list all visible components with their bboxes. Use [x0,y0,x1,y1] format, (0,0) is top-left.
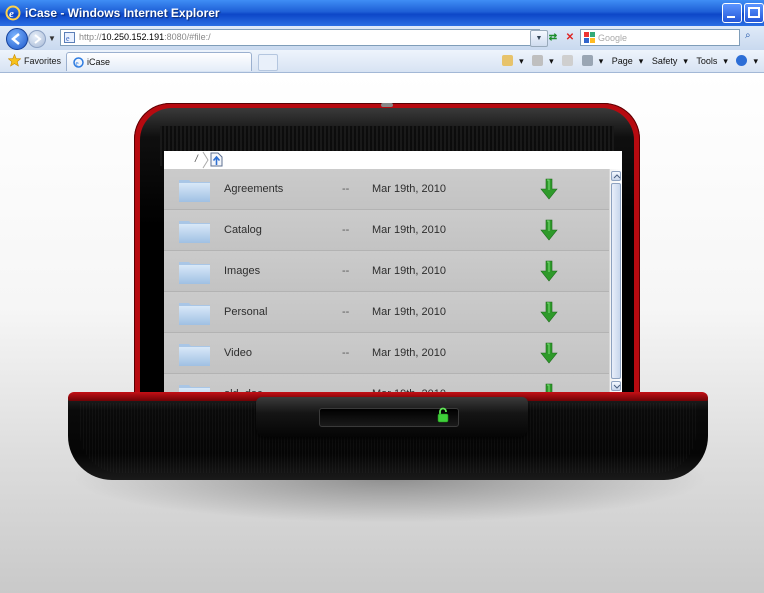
minimize-icon [727,16,735,18]
tab-icase[interactable]: e iCase [66,52,252,71]
file-date: Mar 19th, 2010 [372,183,446,195]
breadcrumb-root[interactable]: / [195,154,198,165]
list-item[interactable]: Video -- Mar 19th, 2010 [164,333,609,374]
window-title: iCase - Windows Internet Explorer [25,6,220,20]
google-icon [584,32,595,43]
list-item[interactable]: Agreements -- Mar 19th, 2010 [164,169,609,210]
page-menu[interactable]: Page [612,56,633,66]
file-separator: -- [342,265,350,277]
folder-icon [179,221,210,243]
folder-icon [179,344,210,366]
file-name[interactable]: Agreements [224,183,283,195]
url-host: 10.250.152.191 [101,32,165,42]
download-arrow-icon[interactable] [540,219,558,241]
download-arrow-icon[interactable] [540,260,558,282]
folder-icon [179,180,210,202]
favorites-button[interactable]: Favorites [24,56,61,66]
file-name[interactable]: Catalog [224,224,262,236]
svg-text:e: e [66,34,70,43]
forward-button[interactable] [28,30,46,48]
file-browser: / Agreements -- Mar 19th, 2010 Catalog -- Mar… [164,151,622,396]
file-date: Mar 19th, 2010 [372,306,446,318]
download-arrow-icon[interactable] [540,178,558,200]
file-separator: -- [342,347,350,359]
maximize-icon [748,7,760,18]
lid-notch [381,103,393,107]
file-separator: -- [342,224,350,236]
minimize-button[interactable] [722,3,742,23]
window-titlebar: e iCase - Windows Internet Explorer [0,0,764,26]
file-list: Agreements -- Mar 19th, 2010 Catalog -- Mar 1… [164,169,609,396]
search-placeholder: Google [598,33,628,43]
file-date: Mar 19th, 2010 [372,347,446,359]
list-item[interactable]: Catalog -- Mar 19th, 2010 [164,210,609,251]
tab-label: iCase [87,57,111,67]
safety-menu[interactable]: Safety [652,56,678,66]
url-text: http://10.250.152.191:8080/#file:/ [79,32,211,42]
download-arrow-icon[interactable] [540,342,558,364]
ie-icon: e [5,5,21,21]
print-icon[interactable] [581,55,593,66]
chevron-down-icon [613,384,621,389]
tools-menu[interactable]: Tools [696,56,717,66]
command-bar: ▾ ▾ ▾ Page ▾ Safety ▾ Tools ▾ ▾ [496,55,758,67]
favorites-star-icon[interactable] [8,54,21,67]
help-icon[interactable] [736,55,748,66]
file-date: Mar 19th, 2010 [372,265,446,277]
scroll-up-button[interactable] [611,171,621,181]
file-name[interactable]: Personal [224,306,267,318]
mail-icon[interactable] [562,55,574,66]
breadcrumb: / [164,151,622,169]
scrollbar[interactable] [609,169,622,396]
svg-text:e: e [9,8,14,20]
scroll-down-button[interactable] [611,381,621,391]
search-icon[interactable]: ⌕ [745,30,759,45]
home-icon[interactable] [502,55,514,66]
file-separator: -- [342,183,350,195]
ie-tab-icon: e [73,57,84,68]
back-icon [11,33,20,45]
svg-text:e: e [76,60,79,68]
file-name[interactable]: Video [224,347,252,359]
new-tab-button[interactable] [258,54,278,71]
list-item[interactable]: Personal -- Mar 19th, 2010 [164,292,609,333]
up-folder-icon[interactable] [210,152,223,167]
forward-icon [34,34,42,44]
file-name[interactable]: Images [224,265,260,277]
refresh-icon[interactable]: ⇄ [545,30,561,45]
breadcrumb-separator [202,151,209,169]
recent-pages-dropdown[interactable]: ▼ [48,34,56,43]
stop-icon[interactable]: ✕ [562,30,578,45]
file-date: Mar 19th, 2010 [372,224,446,236]
search-input[interactable]: Google [580,29,740,46]
feeds-icon[interactable] [532,55,544,66]
unlock-icon[interactable] [436,407,450,423]
chevron-up-icon [613,174,621,179]
folder-icon [179,262,210,284]
address-toolbar: ▼ e http://10.250.152.191:8080/#file:/ ▼… [0,26,764,51]
back-button[interactable] [6,28,28,50]
scroll-thumb[interactable] [611,183,621,379]
favorites-bar: Favorites e iCase ▾ ▾ ▾ Page ▾ Safety ▾ To… [0,50,764,73]
page-icon: e [64,32,75,43]
file-separator: -- [342,306,350,318]
page-content: / Agreements -- Mar 19th, 2010 Catalog -- Mar… [0,73,764,593]
url-field[interactable]: e http://10.250.152.191:8080/#file:/ [60,29,540,46]
folder-icon [179,303,210,325]
list-item[interactable]: Images -- Mar 19th, 2010 [164,251,609,292]
maximize-button[interactable] [744,3,764,23]
download-arrow-icon[interactable] [540,301,558,323]
